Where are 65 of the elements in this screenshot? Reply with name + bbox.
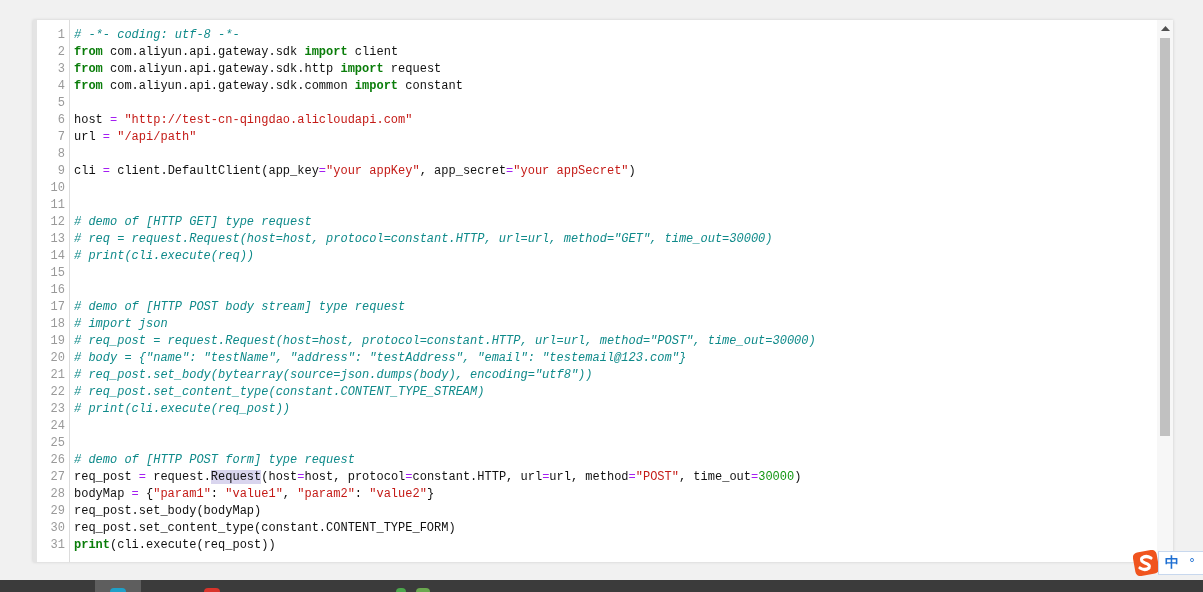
- app-icon[interactable]: [204, 588, 220, 592]
- app-icon[interactable]: [396, 588, 406, 592]
- code-line: from com.aliyun.api.gateway.sdk.http import request: [74, 61, 442, 78]
- code-line: # req_post.set_body(bytearray(source=json.dumps(body), encoding="utf8")): [74, 367, 593, 384]
- app-icon[interactable]: [110, 588, 126, 592]
- line-number: 15: [49, 265, 65, 282]
- line-number: 16: [49, 282, 65, 299]
- line-number: 25: [49, 435, 65, 452]
- ime-toolbar[interactable]: 中 °: [1158, 551, 1203, 575]
- line-number: 31: [49, 537, 65, 554]
- line-number: 10: [49, 180, 65, 197]
- line-number: 8: [56, 146, 65, 163]
- code-line: # req_post = request.Request(host=host, protocol=constant.HTTP, url=url, method="POST", time_out=30000): [74, 333, 816, 350]
- line-number: 6: [56, 112, 65, 129]
- ime-logo-icon[interactable]: [1133, 550, 1159, 576]
- scrollbar-thumb[interactable]: [1160, 38, 1170, 436]
- line-number: 29: [49, 503, 65, 520]
- code-line: host = "http://test-cn-qingdao.alicloudapi.com": [74, 112, 413, 129]
- code-line: # print(cli.execute(req)): [74, 248, 255, 265]
- code-line: url = "/api/path": [74, 129, 197, 146]
- code-line: # demo of [HTTP POST form] type request: [74, 452, 355, 469]
- line-number: 21: [49, 367, 65, 384]
- line-number: 19: [49, 333, 65, 350]
- code-line: # print(cli.execute(req_post)): [74, 401, 291, 418]
- line-number: 1: [56, 27, 65, 44]
- line-number: 4: [56, 78, 65, 95]
- line-number: 2: [56, 44, 65, 61]
- line-number: 20: [49, 350, 65, 367]
- code-line: req_post = request.Request(host=host, protocol=constant.HTTP, url=url, method="POST", time_out=30000): [74, 469, 802, 486]
- line-number: 27: [49, 469, 65, 486]
- code-line: # demo of [HTTP GET] type request: [74, 214, 312, 231]
- punctuation-mode-label[interactable]: °: [1189, 556, 1195, 570]
- taskbar-button[interactable]: [95, 580, 141, 592]
- line-number: 18: [49, 316, 65, 333]
- line-number: 5: [56, 95, 65, 112]
- code-line: from com.aliyun.api.gateway.sdk.common import constant: [74, 78, 463, 95]
- line-number: 26: [49, 452, 65, 469]
- code-line: req_post.set_body(bodyMap): [74, 503, 262, 520]
- line-number: 3: [56, 61, 65, 78]
- line-number: 17: [49, 299, 65, 316]
- code-line: # req = request.Request(host=host, protocol=constant.HTTP, url=url, method="GET", time_out=30000): [74, 231, 773, 248]
- code-line: # demo of [HTTP POST body stream] type request: [74, 299, 406, 316]
- line-number: 7: [56, 129, 65, 146]
- app-icon[interactable]: [416, 588, 430, 592]
- line-number: 24: [49, 418, 65, 435]
- input-mode-label[interactable]: 中: [1165, 554, 1179, 572]
- code-line: # -*- coding: utf-8 -*-: [74, 27, 240, 44]
- code-line: print(cli.execute(req_post)): [74, 537, 276, 554]
- code-line: from com.aliyun.api.gateway.sdk import client: [74, 44, 399, 61]
- line-number: 23: [49, 401, 65, 418]
- code-line: cli = client.DefaultClient(app_key="your appKey", app_secret="your appSecret"): [74, 163, 636, 180]
- line-number: 13: [49, 231, 65, 248]
- code-line: req_post.set_content_type(constant.CONTENT_TYPE_FORM): [74, 520, 456, 537]
- code-line: # body = {"name": "testName", "address": "testAddress", "email": "testemail@123.com"}: [74, 350, 687, 367]
- line-number: 30: [49, 520, 65, 537]
- code-line: # req_post.set_content_type(constant.CONTENT_TYPE_STREAM): [74, 384, 485, 401]
- line-number: 11: [49, 197, 65, 214]
- line-number: 12: [49, 214, 65, 231]
- line-number: 28: [49, 486, 65, 503]
- line-number: 14: [49, 248, 65, 265]
- line-number: 9: [56, 163, 65, 180]
- line-number: 22: [49, 384, 65, 401]
- code-line: # import json: [74, 316, 168, 333]
- scroll-up-icon[interactable]: [1160, 26, 1170, 31]
- code-line: bodyMap = {"param1": "value1", "param2": "value2"}: [74, 486, 435, 503]
